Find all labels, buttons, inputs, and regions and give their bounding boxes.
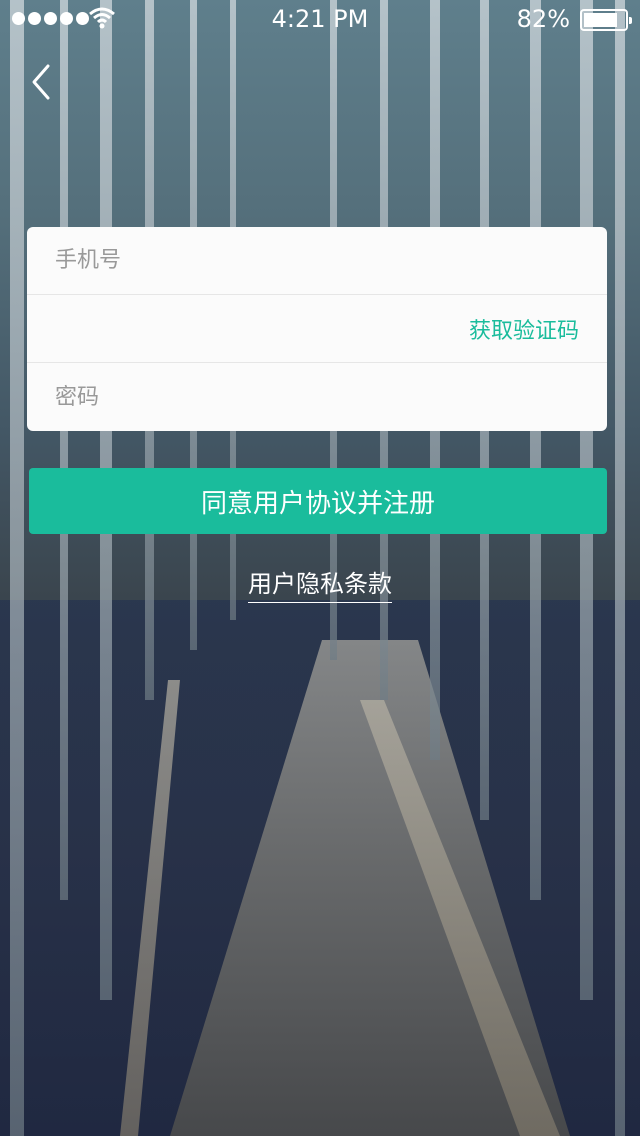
register-form: 获取验证码 (27, 227, 607, 431)
phone-input[interactable] (55, 227, 435, 294)
privacy-link-wrapper: 用户隐私条款 (0, 564, 640, 603)
register-button[interactable]: 同意用户协议并注册 (29, 468, 607, 534)
verification-code-row: 获取验证码 (27, 295, 607, 363)
password-input[interactable] (55, 363, 435, 431)
get-code-button[interactable]: 获取验证码 (469, 313, 579, 345)
verification-code-input[interactable] (55, 295, 435, 362)
battery-icon (580, 9, 632, 31)
status-bar: 4:21 PM 82% (0, 0, 640, 40)
battery-percent: 82% (516, 5, 570, 33)
password-row (27, 363, 607, 431)
chevron-left-icon (32, 64, 50, 100)
back-button[interactable] (26, 62, 58, 102)
privacy-policy-link[interactable]: 用户隐私条款 (248, 570, 392, 603)
phone-row (27, 227, 607, 295)
